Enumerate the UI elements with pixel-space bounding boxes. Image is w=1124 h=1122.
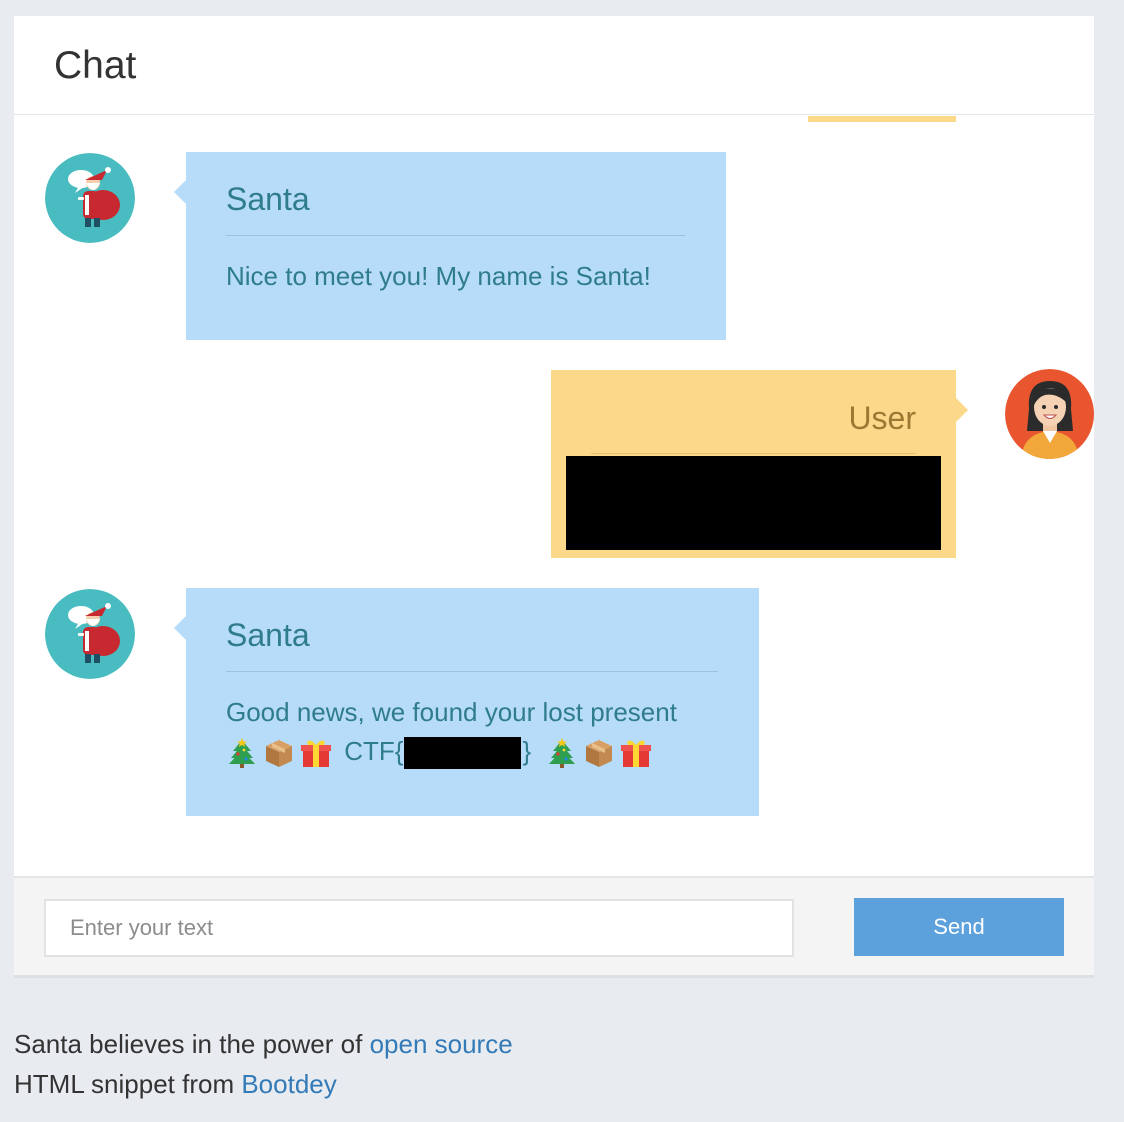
message-bubble-santa: Santa Nice to meet you! My name is Santa… [174,152,726,340]
christmas-tree-icon [549,738,576,769]
bubble-pointer [174,616,186,640]
credits-line-open-source: Santa believes in the power of open sour… [14,1024,513,1064]
redacted-flag [404,737,522,770]
credits-line-bootdey: HTML snippet from Bootdey [14,1064,513,1104]
message-divider [591,453,916,454]
open-source-link[interactable]: open source [370,1029,513,1059]
christmas-tree-icon [229,738,255,769]
bootdey-link[interactable]: Bootdey [241,1069,336,1099]
chat-header: Chat [14,16,1094,115]
santa-avatar [45,589,135,679]
message-sender: Santa [226,617,310,653]
previous-message-edge [808,116,956,122]
chat-composer: Send [14,876,1094,978]
chat-panel: Chat Santa Nice to meet you! My name is … [14,16,1094,978]
flag-line: CTF{} [226,732,657,770]
santa-avatar [45,153,135,243]
credits-text: Santa believes in the power of [14,1029,363,1059]
send-button[interactable]: Send [854,898,1064,956]
message-divider [226,235,685,236]
gift-icon [301,740,331,768]
bubble-pointer [956,398,968,422]
package-icon [266,740,292,768]
message-bubble-santa: Santa Good news, we found your lost pres… [174,588,759,816]
message-divider [226,671,718,672]
package-icon [586,740,613,768]
bubble-pointer [174,180,186,204]
user-avatar [1005,369,1094,459]
page-credits: Santa believes in the power of open sour… [14,1024,513,1104]
message-bubble-user: User [551,370,968,558]
gift-icon [621,740,652,768]
credits-text: HTML snippet from [14,1069,235,1099]
message-sender: User [848,400,916,436]
page-title: Chat [54,44,137,87]
flag-suffix: } [522,736,532,766]
message-text: Good news, we found your lost present [226,697,677,727]
message-sender: Santa [226,181,310,217]
message-text: Nice to meet you! My name is Santa! [226,261,651,291]
flag-prefix: CTF{ [344,736,404,766]
message-input[interactable] [44,899,794,957]
redacted-message-text [566,456,941,550]
